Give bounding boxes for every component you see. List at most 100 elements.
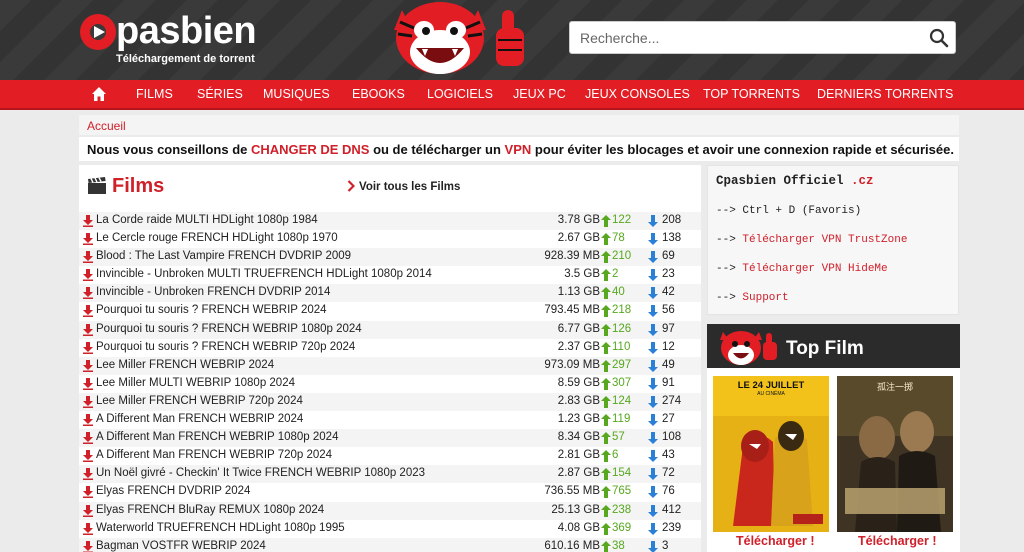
torrent-row[interactable]: Lee Miller MULTI WEBRIP 1080p 2024 8.59 G… <box>79 375 701 393</box>
leechers-count: 12 <box>662 340 675 353</box>
nav-top-torrents[interactable]: TOP TORRENTS <box>703 87 800 101</box>
leechers-count: 3 <box>662 539 669 552</box>
torrent-row[interactable]: Lee Miller FRENCH WEBRIP 720p 2024 2.83 G… <box>79 392 701 412</box>
seed-arrow-up-icon <box>601 359 611 372</box>
leechers-count: 97 <box>662 322 675 335</box>
download-icon[interactable] <box>83 468 93 481</box>
search-icon[interactable] <box>929 28 949 48</box>
torrent-row[interactable]: A Different Man FRENCH WEBRIP 720p 2024 2… <box>79 447 701 465</box>
download-icon[interactable] <box>83 432 93 445</box>
hideme-link-row: --> Télécharger VPN HideMe <box>716 263 888 275</box>
torrent-name-link[interactable]: Pourquoi tu souris ? FRENCH WEBRIP 1080p… <box>96 323 362 335</box>
torrent-row[interactable]: A Different Man FRENCH WEBRIP 1080p 2024… <box>79 429 701 448</box>
torrent-name-link[interactable]: Invincible - Unbroken MULTI TRUEFRENCH H… <box>96 268 432 280</box>
see-all-films-link[interactable]: Voir tous les Films <box>359 181 460 193</box>
download-icon[interactable] <box>83 486 93 499</box>
download-icon[interactable] <box>83 341 93 354</box>
seeders-count: 57 <box>612 431 625 444</box>
torrent-row[interactable]: Invincible - Unbroken MULTI TRUEFRENCH H… <box>79 266 701 284</box>
chevron-right-icon <box>347 180 355 192</box>
torrent-row[interactable]: Invincible - Unbroken FRENCH DVDRIP 2014… <box>79 284 701 303</box>
torrent-row[interactable]: Le Cercle rouge FRENCH HDLight 1080p 197… <box>79 230 701 248</box>
nav-ebooks[interactable]: EBOOKS <box>352 87 405 101</box>
nav-jeux-pc[interactable]: JEUX PC <box>513 87 566 101</box>
download-icon[interactable] <box>83 287 93 300</box>
download-icon[interactable] <box>83 540 93 552</box>
leech-arrow-down-icon <box>648 323 658 336</box>
torrent-name-link[interactable]: Invincible - Unbroken FRENCH DVDRIP 2014 <box>96 286 330 298</box>
support-link[interactable]: Support <box>742 292 788 304</box>
movie-poster[interactable]: 孤注一掷 <box>837 376 953 532</box>
site-logo[interactable]: pasbien Téléchargement de torrent <box>80 10 310 68</box>
seed-arrow-up-icon <box>601 215 611 227</box>
torrent-name-link[interactable]: Elyas FRENCH DVDRIP 2024 <box>96 485 250 497</box>
nav-jeux-consoles[interactable]: JEUX CONSOLES <box>585 87 690 101</box>
download-icon[interactable] <box>83 414 93 427</box>
torrent-name-link[interactable]: Un Noël givré - Checkin' It Twice FRENCH… <box>96 467 425 479</box>
download-icon[interactable] <box>83 305 93 318</box>
torrent-name-link[interactable]: Lee Miller FRENCH WEBRIP 2024 <box>96 359 274 371</box>
torrent-name-link[interactable]: Bagman VOSTFR WEBRIP 2024 <box>96 540 266 552</box>
seed-arrow-up-icon <box>601 450 611 463</box>
torrent-size: 610.16 MB <box>544 539 600 552</box>
torrent-row[interactable]: Pourquoi tu souris ? FRENCH WEBRIP 720p … <box>79 339 701 357</box>
torrent-row[interactable]: La Corde raide MULTI HDLight 1080p 1984 3… <box>79 212 701 231</box>
download-icon[interactable] <box>83 522 93 535</box>
download-icon[interactable] <box>83 215 93 227</box>
download-icon[interactable] <box>83 450 93 463</box>
torrent-name-link[interactable]: A Different Man FRENCH WEBRIP 2024 <box>96 413 303 425</box>
nav-logiciels[interactable]: LOGICIELS <box>427 87 493 101</box>
torrent-name-link[interactable]: A Different Man FRENCH WEBRIP 1080p 2024 <box>96 431 338 443</box>
download-icon[interactable] <box>83 323 93 336</box>
torrent-name-link[interactable]: A Different Man FRENCH WEBRIP 720p 2024 <box>96 449 332 461</box>
seed-arrow-up-icon <box>601 377 611 390</box>
torrent-name-link[interactable]: Blood : The Last Vampire FRENCH DVDRIP 2… <box>96 250 351 262</box>
torrent-row[interactable]: Lee Miller FRENCH WEBRIP 2024 973.09 MB 29… <box>79 356 701 375</box>
nav-derniers-torrents[interactable]: DERNIERS TORRENTS <box>817 87 953 101</box>
torrent-row[interactable]: Pourquoi tu souris ? FRENCH WEBRIP 2024 7… <box>79 302 701 320</box>
download-icon[interactable] <box>83 251 93 264</box>
torrent-row[interactable]: Bagman VOSTFR WEBRIP 2024 610.16 MB 38 3 <box>79 537 701 552</box>
trustzone-vpn-link[interactable]: Télécharger VPN TrustZone <box>742 234 907 246</box>
torrent-name-link[interactable]: La Corde raide MULTI HDLight 1080p 1984 <box>96 214 318 226</box>
torrent-row[interactable]: Un Noël givré - Checkin' It Twice FRENCH… <box>79 465 701 484</box>
download-icon[interactable] <box>83 233 93 246</box>
torrent-name-link[interactable]: Lee Miller FRENCH WEBRIP 720p 2024 <box>96 395 303 407</box>
nav-series[interactable]: SÉRIES <box>197 87 243 101</box>
favorites-hint: --> Ctrl + D (Favoris) <box>716 205 861 217</box>
seed-arrow-up-icon <box>601 287 611 300</box>
seeders-count: 122 <box>612 214 632 226</box>
torrent-row[interactable]: Pourquoi tu souris ? FRENCH WEBRIP 1080p… <box>79 320 701 339</box>
leech-arrow-down-icon <box>648 468 658 481</box>
torrent-row[interactable]: Waterworld TRUEFRENCH HDLight 1080p 1995… <box>79 520 701 538</box>
torrent-size: 2.87 GB <box>557 467 600 480</box>
search-input[interactable] <box>580 28 920 48</box>
movie-poster[interactable]: LE 24 JUILLET AU CINÉMA <box>713 376 829 532</box>
torrent-row[interactable]: A Different Man FRENCH WEBRIP 2024 1.23 G… <box>79 411 701 429</box>
torrent-name-link[interactable]: Elyas FRENCH BluRay REMUX 1080p 2024 <box>96 504 324 516</box>
change-dns-link[interactable]: CHANGER DE DNS <box>251 142 369 157</box>
torrent-name-link[interactable]: Waterworld TRUEFRENCH HDLight 1080p 1995 <box>96 522 345 534</box>
download-button[interactable]: Télécharger ! <box>858 534 937 548</box>
breadcrumb-home-link[interactable]: Accueil <box>87 119 126 133</box>
torrent-row[interactable]: Blood : The Last Vampire FRENCH DVDRIP 2… <box>79 248 701 267</box>
nav-films[interactable]: FILMS <box>136 87 173 101</box>
download-button[interactable]: Télécharger ! <box>736 534 815 548</box>
torrent-name-link[interactable]: Pourquoi tu souris ? FRENCH WEBRIP 2024 <box>96 304 327 316</box>
nav-musiques[interactable]: MUSIQUES <box>263 87 330 101</box>
download-icon[interactable] <box>83 395 93 408</box>
vpn-link[interactable]: VPN <box>505 142 532 157</box>
download-icon[interactable] <box>83 269 93 282</box>
torrent-name-link[interactable]: Pourquoi tu souris ? FRENCH WEBRIP 720p … <box>96 341 355 353</box>
torrent-row[interactable]: Elyas FRENCH DVDRIP 2024 736.55 MB 765 76 <box>79 483 701 501</box>
hideme-vpn-link[interactable]: Télécharger VPN HideMe <box>742 263 887 275</box>
torrent-name-link[interactable]: Lee Miller MULTI WEBRIP 1080p 2024 <box>96 377 295 389</box>
download-icon[interactable] <box>83 359 93 372</box>
download-icon[interactable] <box>83 504 93 517</box>
torrent-name-link[interactable]: Le Cercle rouge FRENCH HDLight 1080p 197… <box>96 232 338 244</box>
seed-arrow-up-icon <box>601 486 611 499</box>
home-icon[interactable] <box>91 86 107 102</box>
torrent-row[interactable]: Elyas FRENCH BluRay REMUX 1080p 2024 25.1… <box>79 501 701 520</box>
download-icon[interactable] <box>83 377 93 390</box>
seeders-count: 154 <box>612 467 632 480</box>
